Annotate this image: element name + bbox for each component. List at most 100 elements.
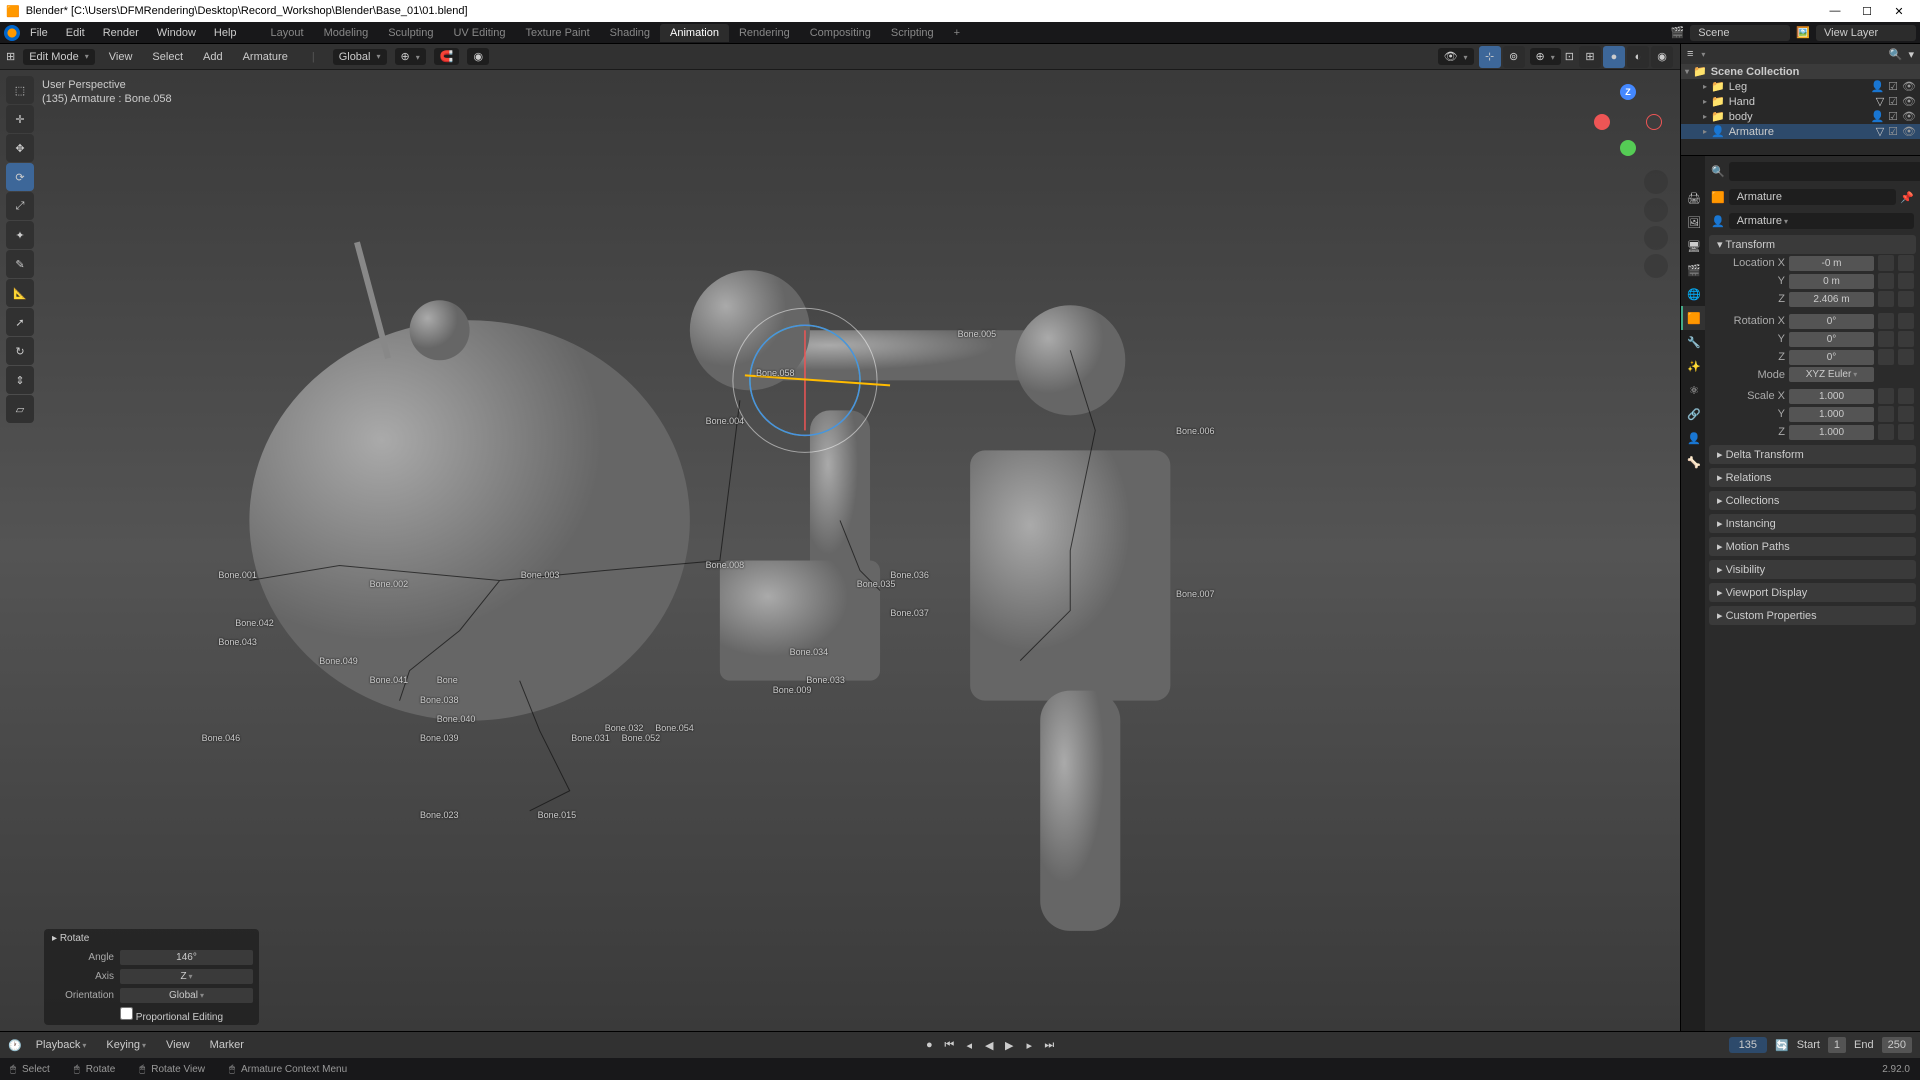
gizmo-toggle-icon[interactable]: ⊹ — [1479, 46, 1501, 68]
panel-transform-header[interactable]: ▾ Transform — [1709, 235, 1916, 254]
ptab-render-icon[interactable]: 🖨 — [1681, 186, 1705, 210]
scene-select[interactable]: Scene — [1690, 25, 1790, 41]
end-frame[interactable]: 250 — [1882, 1037, 1912, 1053]
start-frame[interactable]: 1 — [1828, 1037, 1846, 1053]
panel-delta[interactable]: ▸ Delta Transform — [1709, 445, 1916, 464]
menu-render[interactable]: Render — [95, 25, 147, 41]
menu-window[interactable]: Window — [149, 25, 204, 41]
ws-layout[interactable]: Layout — [261, 24, 314, 42]
panel-relations[interactable]: ▸ Relations — [1709, 468, 1916, 487]
tool-scale[interactable]: ⤢ — [6, 192, 34, 220]
maximize-button[interactable]: ☐ — [1852, 5, 1882, 18]
close-button[interactable]: ✕ — [1884, 5, 1914, 18]
viewlayer-select[interactable]: View Layer — [1816, 25, 1916, 41]
props-search-icon[interactable]: 🔍 — [1711, 165, 1725, 178]
ptab-bone-icon[interactable]: 🦴 — [1681, 450, 1705, 474]
tool-transform[interactable]: ✦ — [6, 221, 34, 249]
outliner-type-icon[interactable]: ≡ — [1687, 48, 1693, 60]
play-reverse-icon[interactable]: ◀ — [980, 1036, 998, 1054]
tool-cursor[interactable]: ✛ — [6, 105, 34, 133]
scl-y[interactable]: 1.000 — [1789, 407, 1874, 422]
panel-instancing[interactable]: ▸ Instancing — [1709, 514, 1916, 533]
tool-move[interactable]: ✥ — [6, 134, 34, 162]
op-orient-value[interactable]: Global — [120, 988, 253, 1003]
ws-add[interactable]: + — [944, 24, 970, 42]
ws-uv[interactable]: UV Editing — [443, 24, 515, 42]
axis-x-icon[interactable] — [1594, 114, 1610, 130]
ptab-particles-icon[interactable]: ✨ — [1681, 354, 1705, 378]
pan-icon[interactable] — [1644, 198, 1668, 222]
panel-custom[interactable]: ▸ Custom Properties — [1709, 606, 1916, 625]
rot-z[interactable]: 0° — [1789, 350, 1874, 365]
anim-icon[interactable] — [1898, 255, 1914, 271]
tool-annotate[interactable]: ✎ — [6, 250, 34, 278]
ortho-icon[interactable] — [1644, 254, 1668, 278]
sync-icon[interactable]: 🔄 — [1775, 1039, 1789, 1052]
ptab-output-icon[interactable]: 🖼 — [1681, 210, 1705, 234]
outliner-filter-icon[interactable]: 🔍 — [1889, 48, 1903, 61]
panel-viewport-display[interactable]: ▸ Viewport Display — [1709, 583, 1916, 602]
camera-icon[interactable] — [1644, 226, 1668, 250]
props-context[interactable]: Armature — [1729, 189, 1897, 205]
xray-toggle-icon[interactable]: ⊡ — [1565, 50, 1574, 63]
operator-panel[interactable]: ▸ Rotate Angle146° AxisZ OrientationGlob… — [44, 929, 259, 1025]
ptab-physics-icon[interactable]: ⚛ — [1681, 378, 1705, 402]
shade-matprev-icon[interactable]: ◐ — [1627, 46, 1649, 68]
ws-rendering[interactable]: Rendering — [729, 24, 800, 42]
play-icon[interactable]: ▶ — [1000, 1036, 1018, 1054]
jump-start-icon[interactable]: ⏮ — [940, 1036, 958, 1054]
overlay-dropdown[interactable]: ⊕ — [1530, 48, 1561, 65]
ptab-modifier-icon[interactable]: 🔧 — [1681, 330, 1705, 354]
vp-select[interactable]: Select — [146, 49, 189, 65]
tool-roll[interactable]: ↻ — [6, 337, 34, 365]
ws-modeling[interactable]: Modeling — [314, 24, 379, 42]
loc-y[interactable]: 0 m — [1789, 274, 1874, 289]
orientation-dropdown[interactable]: Global — [333, 49, 387, 65]
view-menu[interactable]: View — [160, 1037, 196, 1053]
tool-shear[interactable]: ▱ — [6, 395, 34, 423]
vp-add[interactable]: Add — [197, 49, 229, 65]
snap-toggle[interactable]: 🧲 — [434, 48, 460, 65]
loc-x[interactable]: -0 m — [1789, 256, 1874, 271]
outliner-root[interactable]: ▾📁Scene Collection — [1681, 64, 1920, 79]
axis-neg-x-icon[interactable] — [1646, 114, 1662, 130]
shade-wire-icon[interactable]: ⊞ — [1579, 46, 1601, 68]
keyframe-prev-icon[interactable]: ◂ — [960, 1036, 978, 1054]
tool-rotate[interactable]: ⟳ — [6, 163, 34, 191]
shade-solid-icon[interactable]: ● — [1603, 46, 1625, 68]
axis-z-icon[interactable]: Z — [1620, 84, 1636, 100]
zoom-icon[interactable] — [1644, 170, 1668, 194]
vp-view[interactable]: View — [103, 49, 139, 65]
tool-select[interactable]: ⬚ — [6, 76, 34, 104]
outliner-item[interactable]: ▸📁Leg👤☑👁 — [1681, 79, 1920, 94]
rot-x[interactable]: 0° — [1789, 314, 1874, 329]
outliner-filter-dropdown[interactable]: ▾ — [1908, 48, 1914, 61]
overlay-toggle-icon[interactable]: ⊚ — [1503, 46, 1525, 68]
loc-z[interactable]: 2.406 m — [1789, 292, 1874, 307]
ws-sculpting[interactable]: Sculpting — [378, 24, 443, 42]
axis-y-icon[interactable] — [1620, 140, 1636, 156]
panel-collections[interactable]: ▸ Collections — [1709, 491, 1916, 510]
op-angle-value[interactable]: 146° — [120, 950, 253, 965]
op-axis-value[interactable]: Z — [120, 969, 253, 984]
ws-animation[interactable]: Animation — [660, 24, 729, 42]
autokey-icon[interactable]: ● — [920, 1036, 938, 1054]
minimize-button[interactable]: — — [1820, 5, 1850, 18]
pin-icon[interactable]: 📌 — [1900, 191, 1914, 204]
outliner-item[interactable]: ▸📁Hand▽☑👁 — [1681, 94, 1920, 109]
panel-motion[interactable]: ▸ Motion Paths — [1709, 537, 1916, 556]
visibility-dropdown[interactable]: 👁 — [1438, 48, 1474, 65]
ptab-world-icon[interactable]: 🌐 — [1681, 282, 1705, 306]
ws-texpaint[interactable]: Texture Paint — [515, 24, 599, 42]
keyframe-next-icon[interactable]: ▸ — [1020, 1036, 1038, 1054]
shade-rendered-icon[interactable]: ◉ — [1651, 46, 1673, 68]
editor-type-icon[interactable]: ⊞ — [6, 50, 15, 63]
3d-viewport[interactable]: Bone.005 Bone.058 Bone.004 Bone.006 Bone… — [0, 70, 1680, 1031]
menu-help[interactable]: Help — [206, 25, 245, 41]
rot-y[interactable]: 0° — [1789, 332, 1874, 347]
ws-shading[interactable]: Shading — [600, 24, 660, 42]
ptab-viewlayer-icon[interactable]: 🖥 — [1681, 234, 1705, 258]
scl-x[interactable]: 1.000 — [1789, 389, 1874, 404]
timeline-type-icon[interactable]: 🕐 — [8, 1039, 22, 1052]
lock-icon[interactable] — [1878, 255, 1894, 271]
